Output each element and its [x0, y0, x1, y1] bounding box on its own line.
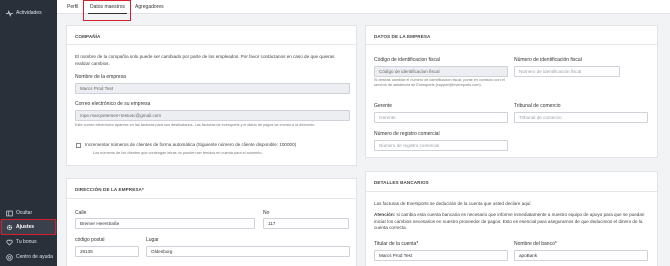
street-field[interactable]: Bremer Heerstraße	[75, 218, 255, 229]
tab-master-data[interactable]: Datos maestros	[88, 0, 128, 14]
divider	[366, 44, 657, 45]
divider	[366, 191, 657, 192]
bank-intro: Las facturas de Eversports se deducirán …	[374, 201, 532, 206]
company-card: COMPAÑÍA El nombre de la compañía solo p…	[66, 25, 357, 166]
tax-code-hint: Si deseas cambiar el número de identific…	[374, 78, 505, 87]
tab-label: Perfil	[67, 4, 79, 10]
card-title: DETALLES BANCARIOS	[374, 180, 429, 185]
sidebar-item-label: Actividades	[16, 10, 42, 16]
card-title: COMPAÑÍA	[75, 34, 101, 39]
help-icon	[6, 253, 13, 261]
court-label: Tribunal de comercio	[514, 103, 561, 109]
auto-increment-label: Incrementar números de clientes de forma…	[85, 142, 297, 147]
tab-aggregators[interactable]: Agregadores	[135, 0, 164, 14]
sidebar-item-label: Tu bonus	[16, 239, 37, 245]
number-field[interactable]: 117	[263, 218, 349, 229]
company-email-label: Correo electrónico de su empresa	[75, 101, 151, 107]
number-label: No	[263, 210, 270, 216]
company-email-hint: Este correo electrónico aparece en las f…	[75, 123, 316, 127]
card-title: DIRECCIÓN DE LA EMPRESA*	[75, 187, 144, 192]
sidebar-item-hide[interactable]: Ocultar	[0, 206, 57, 220]
tax-number-label: Número de identificación fiscal	[514, 57, 582, 63]
company-name-label: Nombre de la empresa	[75, 74, 126, 80]
sidebar-item-activities[interactable]: Actividades	[0, 6, 57, 20]
bank-name-label: Nombre del banco*	[514, 241, 557, 247]
attention-label: Atención:	[374, 212, 396, 217]
company-email-field[interactable]: mpe.marcpetersen+testusc@gmail.com	[75, 110, 350, 121]
court-field[interactable]: Tribunal de comercio	[514, 112, 648, 123]
holder-field[interactable]: Marcs Prod Test	[374, 250, 508, 261]
tax-number-field[interactable]: Número de identificación fiscal	[514, 66, 620, 77]
auto-increment-checkbox[interactable]	[76, 143, 81, 148]
sidebar-item-label: Centro de ayuda	[16, 254, 53, 260]
auto-increment-hint: Los números de los clientes que contenga…	[93, 151, 263, 155]
register-field[interactable]: Número de registro comercial	[374, 140, 508, 151]
holder-label: Titular de la cuenta*	[374, 241, 419, 247]
company-intro: El nombre de la compañía solo puede ser …	[75, 54, 335, 66]
bank-name-field[interactable]: apoBank	[514, 250, 648, 261]
manager-label: Gerente	[374, 103, 393, 109]
company-name-field[interactable]: Marcs Prod Test	[75, 83, 350, 94]
city-label: Lugar	[146, 237, 159, 243]
attention-text: si cambia esta cuenta bancaria es necesa…	[374, 212, 645, 230]
divider	[67, 198, 356, 199]
tab-profile[interactable]: Perfil	[67, 0, 78, 14]
sidebar-item-label: Ocultar	[16, 210, 33, 216]
sidebar-item-settings[interactable]: Ajustes	[0, 220, 57, 234]
collapse-icon	[6, 210, 13, 217]
tax-code-label: Código de identificacion fiscal	[374, 57, 440, 63]
address-card: DIRECCIÓN DE LA EMPRESA* Calle Bremer He…	[66, 178, 357, 266]
street-label: Calle	[75, 210, 87, 216]
tax-code-field[interactable]: Código de identificacion fiscal	[374, 66, 508, 77]
tab-label: Datos maestros	[90, 3, 126, 10]
bank-attention: Atención: si cambia esta cuenta bancaria…	[374, 212, 652, 232]
sidebar: Actividades Ocultar Ajustes Tu bonus Cen…	[0, 0, 57, 266]
gear-icon	[6, 224, 13, 231]
sidebar-item-label: Ajustes	[16, 224, 35, 230]
city-field[interactable]: Oldenburg	[146, 246, 350, 257]
sidebar-item-bonus[interactable]: Tu bonus	[0, 235, 57, 249]
sidebar-item-help[interactable]: Centro de ayuda	[0, 250, 57, 264]
bank-card: DETALLES BANCARIOS Las facturas de Evers…	[365, 171, 658, 266]
company-data-card: DATOS DE LA EMPRESA Código de identifica…	[365, 25, 658, 158]
zip-field[interactable]: 26135	[75, 246, 139, 257]
divider	[67, 44, 356, 45]
zip-label: código postal	[75, 237, 105, 243]
pulse-icon	[6, 9, 13, 17]
heart-icon	[6, 239, 13, 246]
register-label: Número de registro comercial	[374, 131, 440, 137]
tab-label: Agregadores	[135, 4, 164, 10]
card-title: DATOS DE LA EMPRESA	[374, 34, 431, 39]
manager-field[interactable]: Gerente	[374, 112, 508, 123]
tab-bar: Perfil Datos maestros Agregadores	[57, 0, 670, 14]
